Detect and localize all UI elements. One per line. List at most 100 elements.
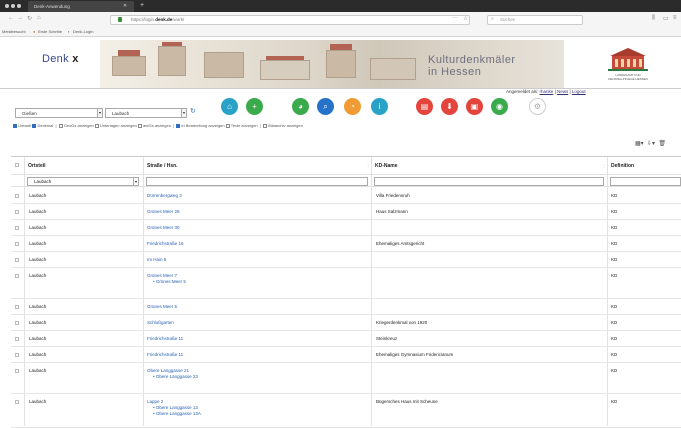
news-link[interactable]: News: [557, 89, 568, 94]
sub-address-link[interactable]: • Grünes Meer 5: [147, 279, 186, 284]
search-button[interactable]: ⌕: [317, 98, 334, 115]
checkbox[interactable]: [263, 123, 268, 128]
logout-link[interactable]: Logout: [572, 89, 586, 94]
header-ortsteil[interactable]: Ortsteil: [24, 157, 143, 174]
sidebar-icon[interactable]: ▭: [663, 15, 669, 22]
checkbox[interactable]: [225, 123, 230, 128]
row-checkbox[interactable]: [15, 369, 19, 373]
table-row[interactable]: Laubach Friedrichstraße 11 Steinkreuz KD: [11, 331, 681, 347]
browser-tab[interactable]: Denk-Anwendung: [28, 1, 134, 12]
kd-name-filter-input[interactable]: [374, 177, 604, 186]
settings-button[interactable]: ⚙: [529, 98, 546, 115]
reload-icon[interactable]: ↻: [27, 15, 32, 22]
row-checkbox[interactable]: [15, 321, 19, 325]
table-row[interactable]: Laubach Dürrenbergweg 3 Villa Friedensruh K…: [11, 188, 681, 204]
library-icon[interactable]: ⫼: [652, 15, 655, 22]
table-row[interactable]: Laubach Lappe 2 • Obere Langgasse 13 • Ober…: [11, 394, 681, 428]
download-button[interactable]: ⬇: [441, 98, 458, 115]
checkbox-checked[interactable]: [32, 123, 37, 128]
maximize-window-icon[interactable]: [17, 4, 21, 8]
chevron-down-icon[interactable]: ▾: [97, 109, 102, 117]
table-row[interactable]: Laubach Grünes Meer 30 KD: [11, 220, 681, 236]
row-checkbox[interactable]: [15, 274, 19, 278]
row-checkbox[interactable]: [15, 226, 19, 230]
address-link[interactable]: Im Hain 8: [147, 257, 166, 262]
row-checkbox[interactable]: [15, 258, 19, 262]
document-button[interactable]: ▤: [416, 98, 433, 115]
checkbox[interactable]: [94, 123, 99, 128]
checkbox-checked[interactable]: [176, 123, 181, 128]
table-row[interactable]: Laubach Friedrichstraße 16 Ehemaliges Amts…: [11, 236, 681, 252]
filter-geogs[interactable]: GeoGs anzeigen: [58, 123, 94, 128]
checkbox[interactable]: [58, 123, 63, 128]
select-all-checkbox[interactable]: [15, 163, 19, 167]
visibility-button[interactable]: ◉: [491, 98, 508, 115]
user-link[interactable]: rhanke: [540, 89, 554, 94]
address-link[interactable]: Dürrenbergweg 3: [147, 193, 182, 198]
address-link[interactable]: Friedrichstraße 11: [147, 352, 183, 357]
close-window-icon[interactable]: [5, 4, 9, 8]
table-row[interactable]: Laubach Grünes Meer 5 KD: [11, 299, 681, 315]
table-row[interactable]: Laubach Friedrichstraße 11 Ehemaliges Gymn…: [11, 347, 681, 363]
menu-icon[interactable]: ≡: [673, 15, 677, 21]
filter-texte[interactable]: Texte anzeigen: [225, 123, 258, 128]
column-resize-icon[interactable]: ⋮: [602, 163, 606, 168]
table-row[interactable]: Laubach Im Hain 8 KD: [11, 252, 681, 268]
filter-umwelt[interactable]: Umwelt: [13, 123, 31, 128]
address-link[interactable]: Friedrichstraße 16: [147, 241, 184, 246]
filter-antgs[interactable]: antGs anzeigen: [137, 123, 171, 128]
sub-address-link[interactable]: • Obere Langgasse 13: [147, 405, 201, 410]
filter-unterlagen[interactable]: Unterlagen anzeigen: [94, 123, 137, 128]
sub-address-link[interactable]: • Obere Langgasse 23: [147, 374, 198, 379]
refresh-icon[interactable]: ↻: [190, 107, 196, 115]
chevron-down-icon[interactable]: ▾: [133, 178, 138, 185]
address-link[interactable]: Grünes Meer 7: [147, 273, 177, 278]
url-bar[interactable]: https://login.denk.de/work/: [110, 15, 470, 25]
bookmark-denk-login[interactable]: Denk-Login: [73, 29, 93, 34]
sub-address-link[interactable]: • Obere Langgasse 13A: [147, 411, 201, 416]
building-button[interactable]: ⌂: [221, 98, 238, 115]
header-definition[interactable]: Definition: [607, 157, 681, 174]
header-strasse[interactable]: Straße / Hsn.: [143, 157, 371, 174]
columns-icon[interactable]: ▦▾: [635, 141, 644, 147]
row-checkbox[interactable]: [15, 242, 19, 246]
header-kd-name[interactable]: KD-Name: [371, 157, 607, 174]
address-link[interactable]: Obere Langgasse 21: [147, 368, 189, 373]
address-link[interactable]: Grünes Meer 5: [147, 304, 177, 309]
bookmark-most-visited[interactable]: Meistbesucht: [2, 29, 26, 34]
address-link[interactable]: Lappe 2: [147, 399, 163, 404]
gemeinde-select[interactable]: Laubach: [105, 108, 187, 118]
column-resize-icon[interactable]: ⋮: [366, 163, 370, 168]
filter-bildarchiv[interactable]: Bildarchiv anzeigen: [263, 123, 303, 128]
export-icon[interactable]: ⇩▾: [647, 141, 655, 147]
globe-button[interactable]: ◕: [292, 98, 309, 115]
info-button[interactable]: i: [371, 98, 388, 115]
address-link[interactable]: Schloßgarten: [147, 320, 174, 325]
bookmark-first-steps[interactable]: Erste Schritte: [38, 29, 62, 34]
filter-denkmal[interactable]: Denkmal: [32, 123, 53, 128]
row-checkbox[interactable]: [15, 194, 19, 198]
kreis-select[interactable]: Gießen: [15, 108, 103, 118]
table-row[interactable]: Laubach Obere Langgasse 21 • Obere Langgas…: [11, 363, 681, 394]
new-tab-icon[interactable]: +: [140, 2, 144, 10]
strasse-filter-input[interactable]: [146, 177, 368, 186]
page-actions-icon[interactable]: ···: [452, 15, 458, 21]
checkbox[interactable]: [137, 123, 142, 128]
minimize-window-icon[interactable]: [11, 4, 15, 8]
home-icon[interactable]: ⌂: [37, 15, 41, 21]
image-button[interactable]: ▣: [466, 98, 483, 115]
filter-bearbeitung[interactable]: in Bearbeitung anzeigen: [176, 123, 225, 128]
address-link[interactable]: Grünes Meer 28: [147, 209, 180, 214]
add-button[interactable]: +: [246, 98, 263, 115]
chevron-down-icon[interactable]: ▾: [181, 109, 186, 117]
table-row[interactable]: Laubach Schloßgarten Kriegerdenkmal von 19…: [11, 315, 681, 331]
bookmark-star-icon[interactable]: ☆: [463, 15, 468, 22]
table-row[interactable]: Laubach Grünes Meer 28 Haus Salzmann KD: [11, 204, 681, 220]
back-icon[interactable]: ←: [8, 15, 14, 21]
ortsteil-filter-select[interactable]: Laubach: [27, 177, 139, 186]
row-checkbox[interactable]: [15, 353, 19, 357]
tab-close-icon[interactable]: ✕: [123, 3, 127, 9]
definition-filter-select[interactable]: [610, 177, 681, 186]
address-link[interactable]: Friedrichstraße 11: [147, 336, 183, 341]
table-row[interactable]: Laubach Grünes Meer 7 • Grünes Meer 5 KD: [11, 268, 681, 299]
